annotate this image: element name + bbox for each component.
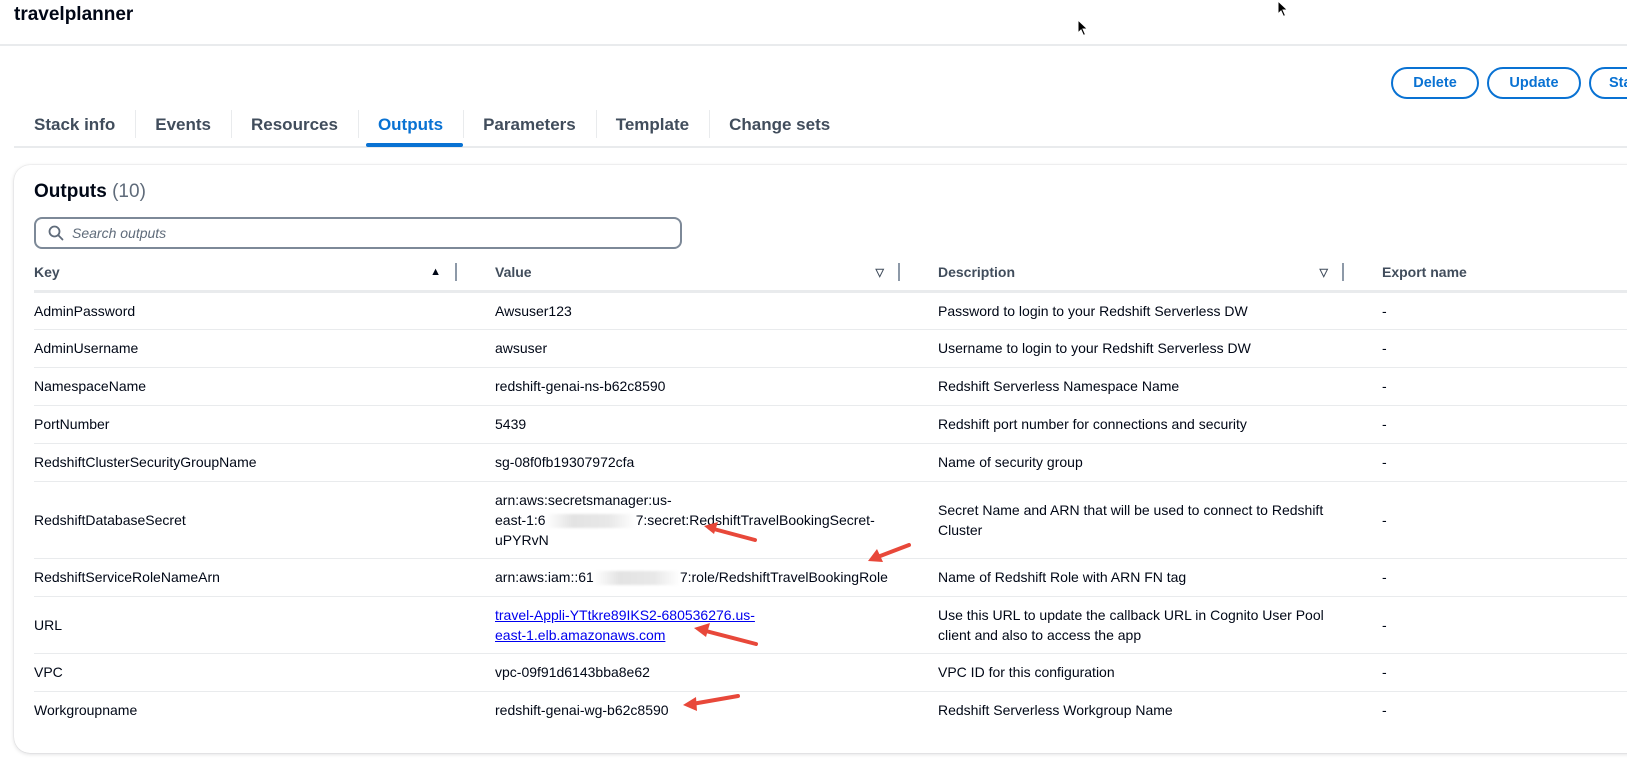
- tab-change-sets[interactable]: Change sets: [709, 104, 850, 146]
- output-value: redshift-genai-ns-b62c8590: [475, 367, 918, 406]
- tab-outputs[interactable]: Outputs: [357, 104, 464, 147]
- output-description: Password to login to your Redshift Serve…: [918, 291, 1362, 330]
- output-export-name: -: [1362, 405, 1627, 444]
- table-row: AdminUsername awsuser Username to login …: [34, 329, 1627, 368]
- output-description: VPC ID for this configuration: [918, 653, 1362, 692]
- stack-name-title: travelplanner: [14, 4, 134, 25]
- output-value: 5439: [475, 405, 918, 444]
- output-value: sg-08f0fb19307972cfa: [475, 443, 918, 482]
- output-export-name: -: [1362, 481, 1627, 559]
- outputs-count: (10): [112, 181, 146, 202]
- output-export-name: -: [1362, 367, 1627, 406]
- output-description: Username to login to your Redshift Serve…: [918, 329, 1362, 368]
- stack-actions-button[interactable]: Stack actions: [1589, 67, 1627, 99]
- mouse-cursor-icon: [1077, 19, 1089, 37]
- output-value: travel-Appli-YTtkre89IKS2-680536276.us-e…: [475, 596, 918, 654]
- redacted-account-id: [545, 513, 636, 528]
- sort-ascending-icon[interactable]: ▲: [430, 266, 441, 278]
- output-export-name: -: [1382, 702, 1387, 719]
- column-header-description[interactable]: Description ▽: [918, 255, 1362, 293]
- output-description: Redshift port number for connections and…: [918, 405, 1362, 444]
- output-key: RedshiftServiceRoleNameArn: [34, 558, 475, 597]
- output-description: Name of Redshift Role with ARN FN tag: [918, 558, 1362, 597]
- outputs-title: Outputs: [34, 181, 107, 202]
- table-row: Workgroupname redshift-genai-wg-b62c8590…: [34, 691, 1627, 729]
- table-row: RedshiftClusterSecurityGroupName sg-08f0…: [34, 443, 1627, 482]
- table-header-row: Key ▲ Value ▽ Description ▽ Export name: [34, 255, 1627, 293]
- table-row: RedshiftServiceRoleNameArn arn:aws:iam::…: [34, 558, 1627, 597]
- output-description: Name of security group: [918, 443, 1362, 482]
- output-value: arn:aws:secretsmanager:us- east-1:6 7:sec…: [475, 481, 918, 559]
- outputs-table: Key ▲ Value ▽ Description ▽ Export name …: [34, 255, 1627, 729]
- column-header-export-name[interactable]: Export name: [1362, 255, 1627, 293]
- sort-descending-icon[interactable]: ▽: [1320, 266, 1328, 279]
- output-value: redshift-genai-wg-b62c8590: [495, 702, 669, 719]
- outputs-heading: Outputs (10): [34, 181, 146, 203]
- tab-events[interactable]: Events: [135, 104, 231, 146]
- output-key: NamespaceName: [34, 367, 475, 406]
- output-key: Workgroupname: [34, 702, 138, 719]
- page-header: travelplanner: [0, 0, 1627, 46]
- column-resizer[interactable]: [898, 263, 900, 282]
- output-key: AdminUsername: [34, 329, 475, 368]
- output-description: Use this URL to update the callback URL …: [918, 596, 1362, 654]
- table-row: AdminPassword Awsuser123 Password to log…: [34, 291, 1627, 330]
- output-export-name: -: [1362, 653, 1627, 692]
- output-value: vpc-09f91d6143bba8e62: [475, 653, 918, 692]
- stack-action-buttons: Delete Update Stack actions: [1391, 67, 1627, 99]
- output-value: awsuser: [475, 329, 918, 368]
- output-export-name: -: [1362, 596, 1627, 654]
- table-row: RedshiftDatabaseSecret arn:aws:secretsma…: [34, 481, 1627, 559]
- output-key: RedshiftDatabaseSecret: [34, 481, 475, 559]
- output-description: Redshift Serverless Workgroup Name: [938, 702, 1173, 719]
- output-value: arn:aws:iam::61 7:role/RedshiftTravelBook…: [475, 558, 918, 597]
- sort-descending-icon[interactable]: ▽: [876, 266, 884, 279]
- delete-button[interactable]: Delete: [1391, 67, 1479, 99]
- tab-parameters[interactable]: Parameters: [463, 104, 596, 146]
- output-key: PortNumber: [34, 405, 475, 444]
- column-header-key[interactable]: Key ▲: [34, 255, 475, 293]
- search-outputs-field[interactable]: [34, 217, 682, 249]
- column-header-value[interactable]: Value ▽: [475, 255, 918, 293]
- output-export-name: -: [1362, 291, 1627, 330]
- outputs-panel: Outputs (10) Key ▲ Val: [14, 165, 1627, 753]
- output-key: URL: [34, 596, 475, 654]
- tab-resources[interactable]: Resources: [231, 104, 358, 146]
- output-description: Redshift Serverless Namespace Name: [918, 367, 1362, 406]
- table-row: PortNumber 5439 Redshift port number for…: [34, 405, 1627, 444]
- output-key: VPC: [34, 653, 475, 692]
- table-row: NamespaceName redshift-genai-ns-b62c8590…: [34, 367, 1627, 406]
- mouse-cursor-icon: [1277, 0, 1289, 18]
- output-value: Awsuser123: [475, 291, 918, 330]
- output-key: RedshiftClusterSecurityGroupName: [34, 443, 475, 482]
- output-export-name: -: [1362, 329, 1627, 368]
- output-export-name: -: [1362, 443, 1627, 482]
- search-outputs-input[interactable]: [72, 225, 652, 241]
- table-row: URL travel-Appli-YTtkre89IKS2-680536276.…: [34, 596, 1627, 654]
- output-key: AdminPassword: [34, 291, 475, 330]
- column-resizer[interactable]: [1342, 263, 1344, 282]
- stack-tabs: Stack info Events Resources Outputs Para…: [14, 104, 1627, 148]
- app-url-link[interactable]: travel-Appli-YTtkre89IKS2-680536276.us-e…: [495, 607, 755, 643]
- update-button[interactable]: Update: [1487, 67, 1581, 99]
- output-export-name: -: [1362, 558, 1627, 597]
- tab-template[interactable]: Template: [595, 104, 709, 146]
- redacted-account-id: [593, 571, 680, 586]
- tab-stack-info[interactable]: Stack info: [14, 104, 135, 146]
- search-icon: [48, 225, 64, 241]
- output-description: Secret Name and ARN that will be used to…: [918, 481, 1362, 559]
- table-row: VPC vpc-09f91d6143bba8e62 VPC ID for thi…: [34, 653, 1627, 692]
- column-resizer[interactable]: [455, 263, 457, 282]
